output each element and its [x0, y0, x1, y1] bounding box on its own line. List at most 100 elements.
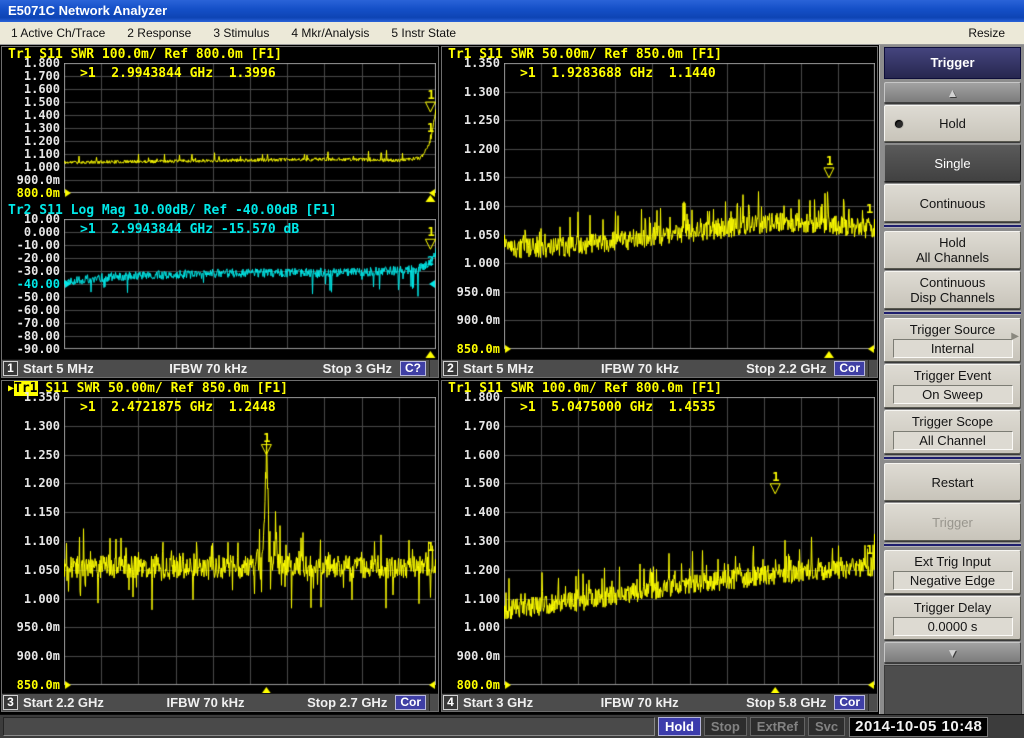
y-axis-label: -40.00 — [2, 277, 60, 291]
y-axis-label: 800.0m — [2, 186, 60, 200]
y-axis-label: 1.600 — [2, 82, 60, 96]
softkey-panel-filler — [884, 665, 1022, 719]
menu-item-4-mkr-analysis[interactable]: 4 Mkr/Analysis — [280, 22, 380, 45]
status-indicators: HoldStopExtRefSvc — [655, 717, 845, 736]
y-axis-label: 1.100 — [2, 534, 60, 548]
y-axis-label: -10.00 — [2, 238, 60, 252]
y-axis-label: 1.150 — [442, 170, 500, 184]
marker-readout: >1 1.9283688 GHz 1.1440 — [520, 66, 716, 81]
softkey-scroll-up-button[interactable]: ▲ — [884, 82, 1021, 103]
y-axis-label: 1.300 — [2, 121, 60, 135]
datetime-display: 2014-10-05 10:48 — [849, 717, 988, 737]
softkey-list: ▲HoldSingleContinuousHoldAll ChannelsCon… — [884, 82, 1021, 663]
y-axis-label: 1.500 — [442, 476, 500, 490]
y-axis-label: -60.00 — [2, 303, 60, 317]
softkey-trigger-delay-button[interactable]: Trigger Delay0.0000 s — [884, 596, 1021, 640]
y-axis-label: 1.200 — [442, 563, 500, 577]
start-frequency: Start 5 MHz — [23, 361, 94, 376]
y-axis-label: 1.250 — [2, 448, 60, 462]
channel-number-box: 4 — [443, 695, 458, 710]
softkey-continuous-button[interactable]: Continuous — [884, 184, 1021, 222]
stop-frequency: Stop 2.2 GHz — [746, 361, 826, 376]
softkey-value: Negative Edge — [893, 571, 1013, 590]
softkey-hold-all-channels-button[interactable]: HoldAll Channels — [884, 231, 1021, 269]
y-axis-label: 900.0m — [2, 173, 60, 187]
softkey-trigger-scope-button[interactable]: Trigger ScopeAll Channel — [884, 410, 1021, 454]
menu-item-resize[interactable]: Resize — [957, 22, 1016, 45]
y-axis-label: 1.600 — [442, 448, 500, 462]
softkey-separator — [884, 224, 1021, 228]
softkey-label: Restart — [932, 475, 974, 490]
marker-readout: >1 2.9943844 GHz -15.570 dB — [80, 222, 299, 237]
trace-format-info: S11 SWR 100.0m/ Ref 800.0m [F1] — [31, 47, 281, 62]
channel-windows-area: Tr1 S11 SWR 100.0m/ Ref 800.0m [F1]1.800… — [0, 45, 879, 714]
y-axis-label: 800.0m — [442, 678, 500, 692]
channel-number-box: 3 — [3, 695, 18, 710]
stop-frequency: Stop 3 GHz — [323, 361, 392, 376]
indicator-stop: Stop — [704, 717, 747, 736]
y-axis-label: 1.800 — [442, 390, 500, 404]
stop-frequency: Stop 5.8 GHz — [746, 695, 826, 710]
trace-plot-canvas — [64, 219, 436, 359]
y-axis-label: -20.00 — [2, 251, 60, 265]
softkey-scroll-down-button[interactable]: ▼ — [884, 642, 1021, 663]
menu-item-2-response[interactable]: 2 Response — [116, 22, 202, 45]
status-bar-corner — [868, 360, 877, 377]
softkey-label: Trigger Scope — [912, 414, 993, 429]
channel-3-window: ▶Tr1 S11 SWR 50.00m/ Ref 850.0m [F1]1.35… — [1, 380, 439, 712]
y-axis-label: 1.200 — [2, 134, 60, 148]
trace-header: ▶Tr1 S11 SWR 50.00m/ Ref 850.0m [F1] — [2, 381, 438, 397]
y-axis-labels: 1.8001.7001.6001.5001.4001.3001.2001.100… — [442, 397, 500, 695]
y-axis-label: 1.400 — [442, 505, 500, 519]
softkey-label: Trigger — [932, 515, 973, 530]
softkey-menu-title: Trigger — [884, 47, 1021, 79]
trace-plot-canvas — [504, 397, 875, 695]
softkey-separator — [884, 311, 1021, 315]
softkey-continuous-disp-channels-button[interactable]: ContinuousDisp Channels — [884, 271, 1021, 309]
graph-area: 1.3501.3001.2501.2001.1501.1001.0501.000… — [442, 63, 877, 359]
y-axis-labels: 1.8001.7001.6001.5001.4001.3001.2001.100… — [2, 63, 60, 203]
instrument-screen: E5071C Network Analyzer 1 Active Ch/Trac… — [0, 0, 1024, 738]
cal-status-badge: C? — [400, 361, 426, 376]
softkey-label-line: Disp Channels — [910, 290, 995, 305]
trace-format-info: S11 SWR 100.0m/ Ref 800.0m [F1] — [471, 381, 721, 396]
menu-item-3-stimulus[interactable]: 3 Stimulus — [202, 22, 280, 45]
softkey-trigger-source-button[interactable]: Trigger SourceInternal▶ — [884, 318, 1021, 362]
menu-item-5-instr-state[interactable]: 5 Instr State — [380, 22, 467, 45]
y-axis-label: 900.0m — [442, 313, 500, 327]
softkey-separator — [884, 543, 1021, 547]
trace-header: Tr1 S11 SWR 100.0m/ Ref 800.0m [F1] — [2, 47, 438, 63]
submenu-arrow-icon: ▶ — [1011, 331, 1019, 342]
y-axis-label: -80.00 — [2, 329, 60, 343]
y-axis-label: 1.200 — [2, 476, 60, 490]
y-axis-label: 1.700 — [442, 419, 500, 433]
y-axis-label: 0.000 — [2, 225, 60, 239]
status-bar-corner — [868, 694, 877, 711]
y-axis-label: -70.00 — [2, 316, 60, 330]
channel-status-bar: 4Start 3 GHzIFBW 70 kHzStop 5.8 GHzCor — [442, 693, 877, 711]
softkey-ext-trig-input-button[interactable]: Ext Trig InputNegative Edge — [884, 550, 1021, 594]
softkey-separator — [884, 456, 1021, 460]
softkey-single-button[interactable]: Single — [884, 144, 1021, 182]
status-bar-corner — [429, 360, 438, 377]
trace-plot-canvas — [64, 63, 436, 203]
channel-4-window: Tr1 S11 SWR 100.0m/ Ref 800.0m [F1]1.800… — [441, 380, 878, 712]
y-axis-label: 900.0m — [442, 649, 500, 663]
softkey-trigger-event-button[interactable]: Trigger EventOn Sweep — [884, 364, 1021, 408]
y-axis-label: 1.000 — [2, 160, 60, 174]
channel-status-bar: 3Start 2.2 GHzIFBW 70 kHzStop 2.7 GHzCor — [2, 693, 438, 711]
menu-item-1-active-ch-trace[interactable]: 1 Active Ch/Trace — [0, 22, 116, 45]
y-axis-label: 950.0m — [2, 620, 60, 634]
softkey-value: Internal — [893, 339, 1013, 358]
start-frequency: Start 2.2 GHz — [23, 695, 104, 710]
y-axis-label: 1.000 — [442, 620, 500, 634]
softkey-restart-button[interactable]: Restart — [884, 463, 1021, 501]
softkey-hold-button[interactable]: Hold — [884, 105, 1021, 142]
y-axis-label: 1.350 — [442, 56, 500, 70]
y-axis-label: -50.00 — [2, 290, 60, 304]
softkey-value: On Sweep — [893, 385, 1013, 404]
status-bar-corner — [429, 694, 438, 711]
channel-number-box: 1 — [3, 361, 18, 376]
y-axis-label: 1.800 — [2, 56, 60, 70]
softkey-label-line: Continuous — [920, 275, 986, 290]
